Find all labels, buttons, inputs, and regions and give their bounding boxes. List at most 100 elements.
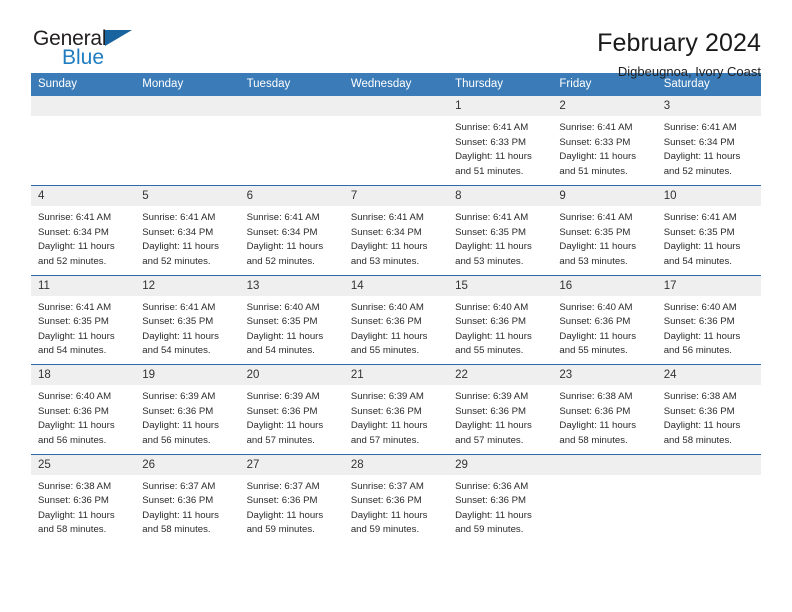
day-sun-info: Sunrise: 6:39 AM Sunset: 6:36 PM Daylight:… <box>448 385 552 448</box>
day-sun-info: Sunrise: 6:41 AM Sunset: 6:35 PM Daylight:… <box>552 206 656 269</box>
calendar-day-cell-empty <box>343 96 449 186</box>
calendar-day-cell[interactable]: 16 Sunrise: 6:40 AM Sunset: 6:36 PM Dayligh… <box>552 274 657 365</box>
day-number: 1 <box>448 96 553 116</box>
daylight-text: Daylight: 11 hours and 59 minutes. <box>350 509 428 536</box>
calendar-day-cell[interactable]: 19 Sunrise: 6:39 AM Sunset: 6:36 PM Dayligh… <box>135 364 240 454</box>
sunrise-text: Sunrise: 6:41 AM <box>455 212 529 223</box>
calendar-day-cell[interactable]: 29 Sunrise: 6:36 AM Sunset: 6:36 PM Dayligh… <box>448 453 553 544</box>
calendar-day-cell[interactable]: 1 Sunrise: 6:41 AM Sunset: 6:33 PM Daylight… <box>448 96 553 186</box>
calendar-day-cell-empty <box>656 453 761 544</box>
day-number: 2 <box>552 96 657 116</box>
calendar-day-cell[interactable]: 5 Sunrise: 6:41 AM Sunset: 6:34 PM Daylight… <box>135 185 240 275</box>
calendar-day-cell[interactable]: 9 Sunrise: 6:41 AM Sunset: 6:35 PM Daylight… <box>552 185 657 275</box>
day-number: 9 <box>552 186 657 206</box>
calendar-day-cell[interactable]: 8 Sunrise: 6:41 AM Sunset: 6:35 PM Daylight… <box>448 185 553 275</box>
calendar-day-cell[interactable]: 11 Sunrise: 6:41 AM Sunset: 6:35 PM Dayligh… <box>31 274 136 365</box>
day-sun-info: Sunrise: 6:37 AM Sunset: 6:36 PM Daylight:… <box>135 475 239 538</box>
sunset-text: Sunset: 6:36 PM <box>350 495 422 507</box>
day-sun-info: Sunrise: 6:37 AM Sunset: 6:36 PM Daylight:… <box>344 475 448 538</box>
day-sun-info: Sunrise: 6:41 AM Sunset: 6:33 PM Daylight:… <box>448 116 552 179</box>
weekday-header-thursday: Thursday <box>448 73 553 96</box>
calendar-week-row: 18 Sunrise: 6:40 AM Sunset: 6:36 PM Dayligh… <box>31 364 761 454</box>
day-number: 14 <box>343 275 449 296</box>
sunset-text: Sunset: 6:36 PM <box>663 405 735 417</box>
day-sun-info: Sunrise: 6:41 AM Sunset: 6:34 PM Daylight:… <box>344 206 448 269</box>
day-number: 26 <box>135 454 240 475</box>
day-sun-info: Sunrise: 6:40 AM Sunset: 6:36 PM Daylight:… <box>448 296 552 359</box>
calendar-day-cell-empty <box>239 96 344 186</box>
calendar-day-cell[interactable]: 23 Sunrise: 6:38 AM Sunset: 6:36 PM Dayligh… <box>552 364 657 454</box>
calendar-day-cell[interactable]: 6 Sunrise: 6:41 AM Sunset: 6:34 PM Daylight… <box>239 185 344 275</box>
calendar-day-cell[interactable]: 14 Sunrise: 6:40 AM Sunset: 6:36 PM Dayligh… <box>343 274 449 365</box>
calendar-day-cell[interactable]: 22 Sunrise: 6:39 AM Sunset: 6:36 PM Dayligh… <box>448 364 553 454</box>
calendar-day-cell[interactable]: 20 Sunrise: 6:39 AM Sunset: 6:36 PM Dayligh… <box>239 364 344 454</box>
title-block: February 2024 Digbeugnoa, Ivory Coast <box>597 28 761 79</box>
sunset-text: Sunset: 6:36 PM <box>350 405 422 417</box>
sunset-text: Sunset: 6:36 PM <box>142 495 214 507</box>
day-number <box>31 96 136 116</box>
daylight-text: Daylight: 11 hours and 53 minutes. <box>559 241 637 267</box>
calendar-day-cell[interactable]: 24 Sunrise: 6:38 AM Sunset: 6:36 PM Dayligh… <box>656 364 761 454</box>
daylight-text: Daylight: 11 hours and 58 minutes. <box>142 509 219 536</box>
day-number: 23 <box>552 365 657 385</box>
calendar-day-cell[interactable]: 3 Sunrise: 6:41 AM Sunset: 6:34 PM Daylight… <box>656 96 761 186</box>
day-number: 21 <box>343 365 449 385</box>
day-number: 28 <box>343 454 449 475</box>
day-number: 16 <box>552 275 657 296</box>
sunrise-text: Sunrise: 6:41 AM <box>38 212 112 223</box>
sunset-text: Sunset: 6:36 PM <box>350 316 422 328</box>
sunset-text: Sunset: 6:36 PM <box>559 316 631 328</box>
sunset-text: Sunset: 6:35 PM <box>663 226 735 238</box>
calendar-page: General Blue February 2024 Digbeugnoa, I… <box>0 0 792 612</box>
calendar-day-cell[interactable]: 18 Sunrise: 6:40 AM Sunset: 6:36 PM Dayligh… <box>31 364 136 454</box>
daylight-text: Daylight: 11 hours and 55 minutes. <box>350 330 428 357</box>
sunset-text: Sunset: 6:36 PM <box>246 405 318 417</box>
daylight-text: Daylight: 11 hours and 57 minutes. <box>350 420 428 446</box>
sunrise-text: Sunrise: 6:41 AM <box>663 122 737 133</box>
calendar-day-cell[interactable]: 2 Sunrise: 6:41 AM Sunset: 6:33 PM Daylight… <box>552 96 657 186</box>
sunrise-text: Sunrise: 6:41 AM <box>559 212 633 223</box>
day-number: 13 <box>239 275 344 296</box>
day-number: 4 <box>31 186 136 206</box>
sunrise-text: Sunrise: 6:40 AM <box>246 301 320 313</box>
day-sun-info: Sunrise: 6:39 AM Sunset: 6:36 PM Daylight:… <box>344 385 448 448</box>
calendar-day-cell[interactable]: 7 Sunrise: 6:41 AM Sunset: 6:34 PM Daylight… <box>343 185 449 275</box>
sunrise-text: Sunrise: 6:39 AM <box>246 391 320 402</box>
sunrise-text: Sunrise: 6:37 AM <box>142 480 216 492</box>
day-number: 10 <box>656 186 761 206</box>
daylight-text: Daylight: 11 hours and 57 minutes. <box>455 420 532 446</box>
daylight-text: Daylight: 11 hours and 53 minutes. <box>455 241 532 267</box>
calendar-day-cell[interactable]: 26 Sunrise: 6:37 AM Sunset: 6:36 PM Dayligh… <box>135 453 240 544</box>
sunrise-text: Sunrise: 6:39 AM <box>455 391 529 402</box>
calendar-day-cell-empty <box>552 453 657 544</box>
calendar-day-cell[interactable]: 21 Sunrise: 6:39 AM Sunset: 6:36 PM Dayligh… <box>343 364 449 454</box>
calendar-day-cell-empty <box>31 96 136 186</box>
calendar-week-row: 11 Sunrise: 6:41 AM Sunset: 6:35 PM Dayligh… <box>31 274 761 365</box>
sunrise-text: Sunrise: 6:39 AM <box>350 391 424 402</box>
logo-secondary-text: Blue <box>62 46 105 69</box>
calendar-day-cell[interactable]: 12 Sunrise: 6:41 AM Sunset: 6:35 PM Dayligh… <box>135 274 240 365</box>
sunset-text: Sunset: 6:35 PM <box>38 316 109 328</box>
calendar-day-cell[interactable]: 25 Sunrise: 6:38 AM Sunset: 6:36 PM Dayligh… <box>31 453 136 544</box>
day-sun-info: Sunrise: 6:41 AM Sunset: 6:34 PM Daylight:… <box>135 206 239 269</box>
calendar-day-cell[interactable]: 17 Sunrise: 6:40 AM Sunset: 6:36 PM Dayligh… <box>656 274 761 365</box>
sunrise-text: Sunrise: 6:41 AM <box>142 301 216 313</box>
day-sun-info: Sunrise: 6:38 AM Sunset: 6:36 PM Daylight:… <box>657 385 761 448</box>
calendar-day-cell[interactable]: 27 Sunrise: 6:37 AM Sunset: 6:36 PM Dayligh… <box>239 453 344 544</box>
calendar-day-cell[interactable]: 15 Sunrise: 6:40 AM Sunset: 6:36 PM Dayligh… <box>448 274 553 365</box>
calendar-day-cell[interactable]: 13 Sunrise: 6:40 AM Sunset: 6:35 PM Dayligh… <box>239 274 344 365</box>
calendar-day-cell[interactable]: 4 Sunrise: 6:41 AM Sunset: 6:34 PM Daylight… <box>31 185 136 275</box>
calendar-grid: Sunday Monday Tuesday Wednesday Thursday… <box>31 73 761 544</box>
daylight-text: Daylight: 11 hours and 55 minutes. <box>559 330 637 357</box>
calendar-day-cell[interactable]: 10 Sunrise: 6:41 AM Sunset: 6:35 PM Dayligh… <box>656 185 761 275</box>
calendar-day-cell-empty <box>135 96 240 186</box>
sunrise-text: Sunrise: 6:41 AM <box>246 212 320 223</box>
sunrise-text: Sunrise: 6:41 AM <box>663 212 737 223</box>
daylight-text: Daylight: 11 hours and 58 minutes. <box>38 509 115 536</box>
sunset-text: Sunset: 6:36 PM <box>246 495 318 507</box>
day-number: 15 <box>448 275 553 296</box>
calendar-day-cell[interactable]: 28 Sunrise: 6:37 AM Sunset: 6:36 PM Dayligh… <box>343 453 449 544</box>
sunset-text: Sunset: 6:34 PM <box>350 226 422 238</box>
sunrise-text: Sunrise: 6:40 AM <box>350 301 424 313</box>
day-number: 3 <box>656 96 761 116</box>
